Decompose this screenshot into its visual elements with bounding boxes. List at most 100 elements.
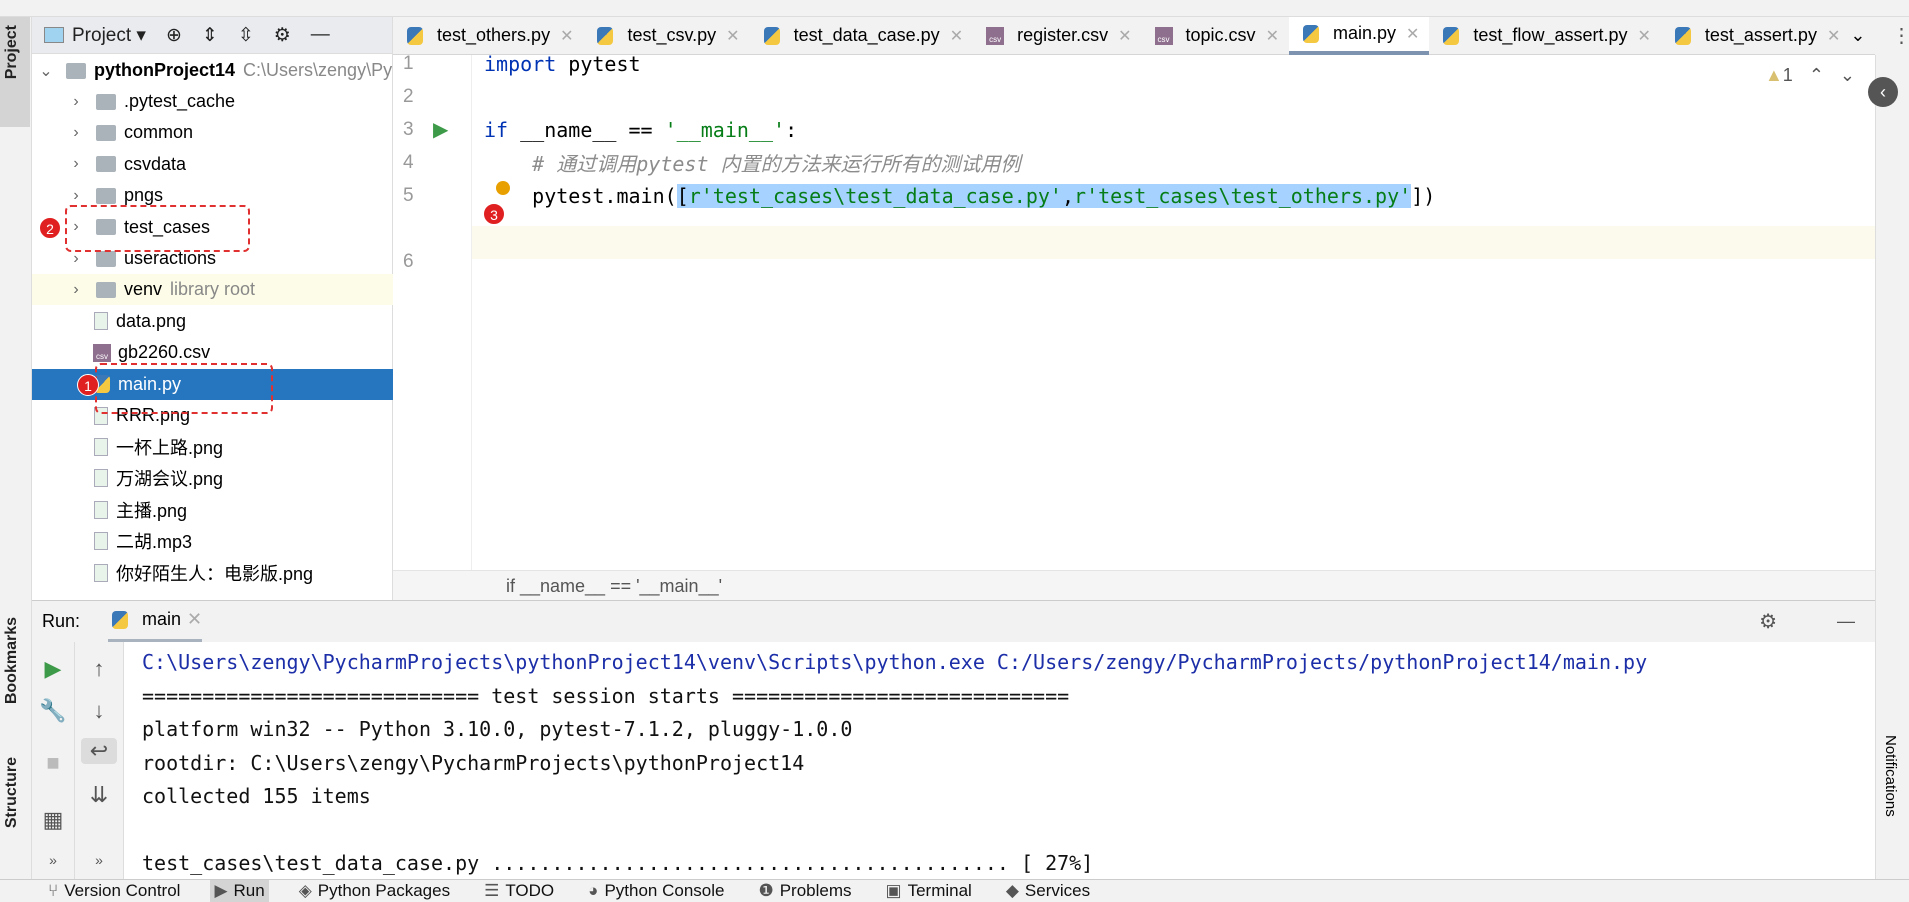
tree-item[interactable]: 二胡.mp3 bbox=[32, 526, 393, 557]
tree-item[interactable]: data.png bbox=[32, 306, 393, 337]
code-line-2[interactable]: 2 bbox=[393, 80, 1875, 113]
collapse-all-icon[interactable]: ⇳ bbox=[238, 24, 254, 47]
image-file-icon bbox=[94, 563, 108, 582]
line-number: 1 bbox=[403, 52, 414, 74]
bookmarks-tool-button[interactable]: Bookmarks bbox=[3, 617, 21, 704]
csv-file-icon: csv bbox=[93, 343, 111, 362]
project-tool-button[interactable]: Project bbox=[0, 17, 30, 127]
scroll-to-end-icon[interactable]: ⇊ bbox=[75, 782, 123, 808]
minimize-icon[interactable]: — bbox=[1837, 611, 1855, 632]
gear-icon[interactable]: ⚙ bbox=[274, 24, 291, 47]
line-number: 2 bbox=[403, 85, 414, 107]
code-line-1[interactable]: 1 import pytest bbox=[393, 47, 1875, 80]
minimize-icon[interactable]: — bbox=[311, 24, 330, 46]
project-view-dropdown[interactable]: Project ▾ bbox=[44, 24, 146, 47]
tree-root[interactable]: ⌄ pythonProject14 C:\Users\zengy\Py bbox=[32, 55, 393, 86]
tree-item[interactable]: › common bbox=[32, 117, 393, 148]
tab-label: test_csv.py bbox=[627, 25, 717, 45]
layout-icon[interactable]: ▦ bbox=[32, 807, 74, 833]
tree-item[interactable]: 你好陌生人：电影版.png bbox=[32, 557, 393, 588]
tool-window-todo[interactable]: ☰ TODO bbox=[480, 880, 558, 902]
code-token: import bbox=[484, 51, 557, 76]
chevron-right-icon[interactable]: › bbox=[66, 281, 86, 299]
folder-icon bbox=[96, 281, 116, 298]
tool-window-services[interactable]: ◆ Services bbox=[1002, 880, 1094, 902]
tool-window-version-control[interactable]: ⑂ Version Control bbox=[44, 880, 184, 902]
tree-item[interactable]: › venv library root bbox=[32, 274, 393, 306]
tool-window-python-packages[interactable]: ◈ Python Packages bbox=[295, 880, 454, 902]
close-icon[interactable]: ✕ bbox=[560, 26, 573, 46]
previous-highlight-icon[interactable]: ⌃ bbox=[1809, 65, 1824, 86]
problems-icon: ❶ bbox=[758, 880, 774, 900]
code-line-5[interactable]: 5 pytest.main([r'test_cases\test_data_ca… bbox=[393, 179, 1875, 212]
collapse-panel-icon[interactable]: ‹ bbox=[1868, 77, 1898, 107]
tool-window-terminal[interactable]: ▣ Terminal bbox=[882, 880, 976, 902]
close-icon[interactable]: ✕ bbox=[187, 609, 202, 630]
close-icon[interactable]: ✕ bbox=[1266, 26, 1279, 46]
arrow-up-icon[interactable]: ↑ bbox=[75, 656, 123, 682]
tab-label: test_others.py bbox=[437, 25, 551, 45]
close-icon[interactable]: ✕ bbox=[950, 26, 963, 46]
close-icon[interactable]: ✕ bbox=[1827, 26, 1840, 46]
tool-window-python-console[interactable]: ◕ Python Console bbox=[584, 880, 728, 902]
code-line-4[interactable]: 4 # 通过调用pytest 内置的方法来运行所有的测试用例 bbox=[393, 146, 1875, 179]
chevron-right-icon[interactable]: › bbox=[66, 124, 86, 142]
expand-all-icon[interactable]: ⇕ bbox=[202, 24, 218, 47]
tool-window-label: Problems bbox=[779, 880, 852, 900]
stop-icon[interactable]: ■ bbox=[32, 750, 74, 776]
notifications-tool-button[interactable]: Notifications bbox=[1882, 735, 1899, 817]
close-icon[interactable]: ✕ bbox=[1637, 26, 1650, 46]
chevron-right-icon[interactable]: › bbox=[66, 155, 86, 173]
tab-label: register.csv bbox=[1017, 25, 1109, 45]
tree-item[interactable]: 主播.png bbox=[32, 494, 393, 525]
code-line-3[interactable]: 3 ▶ if __name__ == '__main__': bbox=[393, 113, 1875, 146]
run-gutter-icon[interactable]: ▶ bbox=[433, 117, 448, 142]
arrow-down-icon[interactable]: ↓ bbox=[75, 698, 123, 724]
todo-icon: ☰ bbox=[484, 880, 500, 900]
chevron-right-icon[interactable]: › bbox=[66, 187, 86, 205]
close-icon[interactable]: ✕ bbox=[726, 26, 739, 46]
wrench-icon[interactable]: 🔧 bbox=[32, 698, 74, 724]
breadcrumb[interactable]: if __name__ == '__main__' bbox=[393, 570, 1875, 600]
run-tab-main[interactable]: main ✕ bbox=[108, 601, 203, 643]
tool-window-run[interactable]: ▶ Run bbox=[210, 879, 269, 902]
more-options-icon[interactable]: ⋮ bbox=[1891, 23, 1909, 48]
inspection-widget: ▲1 ⌃ ⌄ bbox=[1765, 65, 1855, 86]
tree-item-label: 你好陌生人：电影版.png bbox=[116, 563, 314, 584]
code-token: , bbox=[1061, 183, 1075, 208]
chevron-down-icon[interactable]: ⌄ bbox=[1850, 25, 1865, 46]
close-icon[interactable]: ✕ bbox=[1118, 26, 1131, 46]
unknown-file-icon bbox=[94, 532, 108, 551]
branch-icon: ⑂ bbox=[48, 880, 59, 900]
tree-item[interactable]: › .pytest_cache bbox=[32, 86, 393, 117]
tree-item[interactable]: 万湖会议.png bbox=[32, 463, 393, 494]
code-token: r'test_cases\test_data_case.py' bbox=[688, 183, 1062, 208]
tool-window-problems[interactable]: ❶ Problems bbox=[754, 880, 855, 902]
csv-file-icon: csv bbox=[986, 26, 1005, 45]
close-icon[interactable]: ✕ bbox=[1406, 24, 1419, 44]
soft-wrap-icon[interactable]: ↩ bbox=[81, 738, 117, 764]
tree-item[interactable]: › csvdata bbox=[32, 149, 393, 180]
gear-icon[interactable]: ⚙ bbox=[1759, 609, 1777, 634]
next-highlight-icon[interactable]: ⌄ bbox=[1840, 65, 1855, 86]
warning-indicator[interactable]: ▲1 bbox=[1765, 65, 1793, 86]
run-console[interactable]: C:\Users\zengy\PycharmProjects\pythonPro… bbox=[124, 642, 1875, 879]
tab-label: test_assert.py bbox=[1704, 25, 1817, 45]
tab-label: main.py bbox=[1332, 23, 1396, 43]
more-icon[interactable]: » bbox=[75, 852, 123, 868]
annotation-box-2 bbox=[65, 205, 250, 252]
rerun-icon[interactable]: ▶ bbox=[32, 656, 74, 682]
code-editor[interactable]: 1 import pytest 2 3 ▶ if __name__ == '__m… bbox=[393, 52, 1875, 570]
code-line-6[interactable]: 6 bbox=[393, 245, 1875, 278]
tree-item[interactable]: 一杯上路.png bbox=[32, 431, 393, 462]
locate-icon[interactable]: ⊕ bbox=[166, 24, 182, 47]
more-icon[interactable]: » bbox=[32, 852, 74, 868]
chevron-right-icon[interactable]: › bbox=[66, 250, 86, 268]
chevron-down-icon[interactable]: ⌄ bbox=[36, 61, 56, 81]
image-file-icon bbox=[94, 437, 108, 456]
tree-item-label: 二胡.mp3 bbox=[116, 532, 193, 553]
annotation-marker-1: 1 bbox=[77, 374, 99, 396]
structure-tool-button[interactable]: Structure bbox=[3, 757, 21, 828]
chevron-right-icon[interactable]: › bbox=[66, 93, 86, 111]
folder-icon bbox=[96, 187, 116, 204]
